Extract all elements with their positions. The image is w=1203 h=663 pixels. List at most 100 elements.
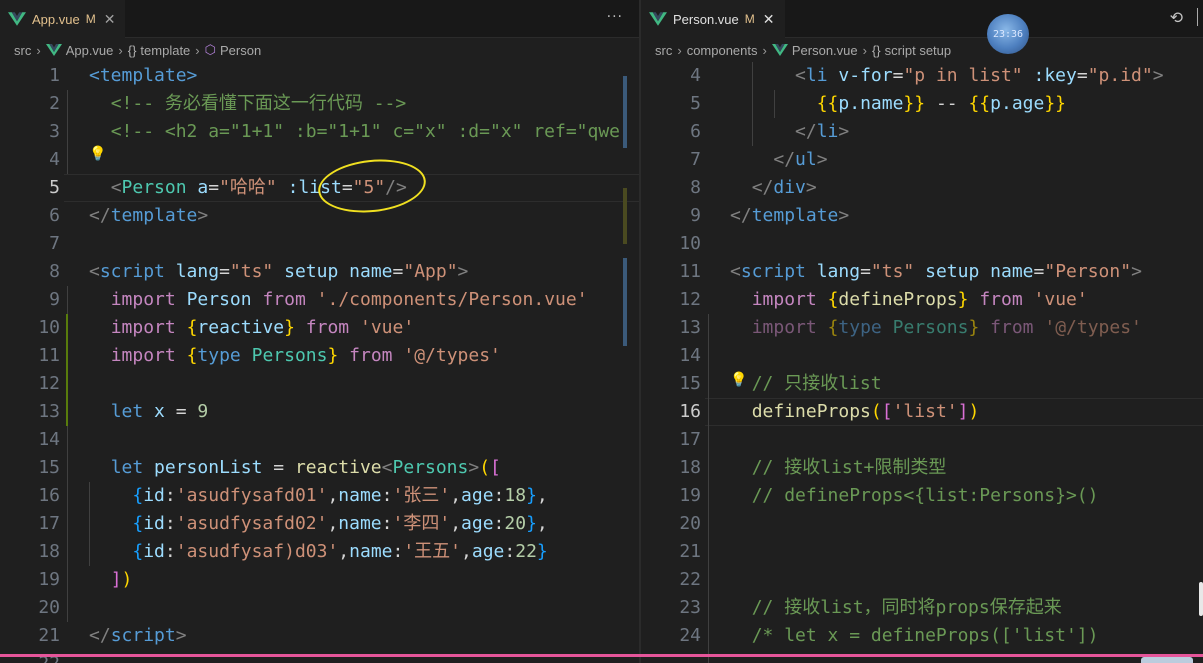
code-line[interactable]: 21 </script> bbox=[0, 622, 639, 650]
code-text: </li> bbox=[730, 118, 849, 146]
code-line[interactable]: 14 bbox=[641, 342, 1203, 370]
code-line[interactable]: 19 ]) bbox=[0, 566, 639, 594]
code-line[interactable]: 14 bbox=[0, 426, 639, 454]
code-line[interactable]: 16 {id:'asudfysafd01',name:'张三',age:18}, bbox=[0, 482, 639, 510]
code-token: <template> bbox=[89, 65, 198, 86]
breadcrumb-folder[interactable]: components bbox=[687, 43, 758, 58]
split-editor-icon[interactable] bbox=[1197, 8, 1203, 26]
more-actions-icon[interactable]: ··· bbox=[607, 9, 623, 25]
code-line[interactable]: 20 bbox=[641, 510, 1203, 538]
code-line[interactable]: 7 </ul> bbox=[641, 146, 1203, 174]
code-token: { bbox=[827, 317, 839, 338]
breadcrumb-src[interactable]: src bbox=[14, 43, 31, 58]
code-editor-app-vue[interactable]: 💡 1 <template> 2 <!-- 务必看懂下面这一行代码 --> 3 <!-… bbox=[0, 62, 639, 663]
breadcrumb-section[interactable]: template bbox=[140, 43, 190, 58]
code-token: script bbox=[740, 261, 806, 282]
code-token: "Person" bbox=[1044, 261, 1132, 282]
tab-person-vue[interactable]: Person.vue M ✕ bbox=[641, 0, 785, 38]
code-line[interactable]: 4 <li v-for="p in list" :key="p.id"> bbox=[641, 62, 1203, 90]
code-line[interactable]: 20 bbox=[0, 594, 639, 622]
code-line[interactable]: 10 import {reactive} from 'vue' bbox=[0, 314, 639, 342]
code-line[interactable]: 4 bbox=[0, 146, 639, 174]
breadcrumb-src[interactable]: src bbox=[655, 43, 672, 58]
code-line[interactable]: 1 <template> bbox=[0, 62, 639, 90]
code-token: "ts" bbox=[870, 261, 915, 282]
code-line[interactable]: 7 bbox=[0, 230, 639, 258]
code-line[interactable]: 18 // 接收list+限制类型 bbox=[641, 454, 1203, 482]
code-line[interactable]: 9 import Person from './components/Perso… bbox=[0, 286, 639, 314]
code-line[interactable]: 21 bbox=[641, 538, 1203, 566]
code-token: 18 bbox=[504, 485, 527, 506]
history-icon[interactable]: ⟲ bbox=[1170, 8, 1183, 27]
code-token: {{ bbox=[816, 93, 839, 114]
line-number: 9 bbox=[690, 205, 701, 226]
code-token: p.age bbox=[990, 93, 1045, 114]
code-line[interactable]: 15 let personList = reactive<Persons>([ bbox=[0, 454, 639, 482]
breadcrumb-file[interactable]: App.vue bbox=[66, 43, 114, 58]
code-line[interactable]: 10 bbox=[641, 230, 1203, 258]
code-line[interactable]: 18 {id:'asudfysaf)d03',name:'王五',age:22} bbox=[0, 538, 639, 566]
tab-app-vue[interactable]: App.vue M ✕ bbox=[0, 0, 126, 38]
code-token: > bbox=[838, 205, 850, 226]
code-token: : bbox=[493, 485, 505, 506]
code-line[interactable]: 15 // 只接收list bbox=[641, 370, 1203, 398]
code-token: { bbox=[186, 317, 198, 338]
code-text: import {defineProps} from 'vue' bbox=[730, 286, 1088, 314]
code-line[interactable]: 6 </template> bbox=[0, 202, 639, 230]
code-token: // 接收list，同时将props保存起来 bbox=[751, 597, 1062, 618]
code-token: = bbox=[860, 261, 871, 282]
code-token: < bbox=[89, 261, 100, 282]
breadcrumb-section[interactable]: script setup bbox=[885, 43, 951, 58]
code-token: Person bbox=[186, 289, 252, 310]
close-icon[interactable]: ✕ bbox=[104, 11, 116, 28]
code-token: }} bbox=[1044, 93, 1067, 114]
code-token: < bbox=[795, 65, 806, 86]
code-line[interactable]: 9 </template> bbox=[641, 202, 1203, 230]
code-line[interactable]: 24 /* let x = defineProps(['list']) bbox=[641, 622, 1203, 650]
line-number: 18 bbox=[38, 541, 60, 562]
braces-icon: {} bbox=[871, 42, 881, 58]
breadcrumb-file[interactable]: Person.vue bbox=[792, 43, 858, 58]
code-line[interactable]: 12 import {defineProps} from 'vue' bbox=[641, 286, 1203, 314]
code-line[interactable]: 8 <script lang="ts" setup name="App"> bbox=[0, 258, 639, 286]
code-line[interactable]: 12 bbox=[0, 370, 639, 398]
code-line[interactable]: 23 // 接收list，同时将props保存起来 bbox=[641, 594, 1203, 622]
code-text: import Person from './components/Person.… bbox=[89, 286, 588, 314]
code-token: 22 bbox=[515, 541, 537, 562]
code-line[interactable]: 8 </div> bbox=[641, 174, 1203, 202]
code-line[interactable]: 2 <!-- 务必看懂下面这一行代码 --> bbox=[0, 90, 639, 118]
code-text: </script> bbox=[89, 622, 187, 650]
breadcrumb-component[interactable]: Person bbox=[220, 43, 261, 58]
code-editor-person-vue[interactable]: 💡 4 <li v-for="p in list" :key="p.id"> 5 … bbox=[641, 62, 1203, 663]
code-token: li bbox=[805, 65, 828, 86]
code-token: , bbox=[450, 485, 462, 506]
code-line[interactable]: 17 bbox=[641, 426, 1203, 454]
code-token: </ bbox=[89, 205, 111, 226]
code-line[interactable]: 16 defineProps(['list']) bbox=[641, 398, 1203, 426]
code-line[interactable]: 11 import {type Persons} from '@/types' bbox=[0, 342, 639, 370]
code-line[interactable]: 11 <script lang="ts" setup name="Person"> bbox=[641, 258, 1203, 286]
code-line[interactable]: 19 // defineProps<{list:Persons}>() bbox=[641, 482, 1203, 510]
code-line[interactable]: 5 {{p.name}} -- {{p.age}} bbox=[641, 90, 1203, 118]
left-editor-group: App.vue M ✕ ··· src › App.vue › {} templ… bbox=[0, 0, 639, 663]
code-line[interactable]: 3 <!-- <h2 a="1+1" :b="1+1" c="x" :d="x"… bbox=[0, 118, 639, 146]
line-number: 17 bbox=[679, 429, 701, 450]
code-line[interactable]: 6 </li> bbox=[641, 118, 1203, 146]
code-token: : bbox=[381, 485, 393, 506]
code-line[interactable]: 17 {id:'asudfysafd02',name:'李四',age:20}, bbox=[0, 510, 639, 538]
scrollbar-thumb[interactable] bbox=[1199, 582, 1203, 616]
left-tab-bar: App.vue M ✕ ··· bbox=[0, 0, 639, 38]
code-line[interactable]: 22 bbox=[641, 566, 1203, 594]
line-number: 3 bbox=[49, 121, 60, 142]
code-line[interactable]: 13 let x = 9 bbox=[0, 398, 639, 426]
code-token: "p.id" bbox=[1087, 65, 1153, 86]
code-token: let bbox=[110, 401, 144, 422]
close-icon[interactable]: ✕ bbox=[763, 11, 775, 28]
code-line[interactable]: 13 import {type Persons} from '@/types' bbox=[641, 314, 1203, 342]
